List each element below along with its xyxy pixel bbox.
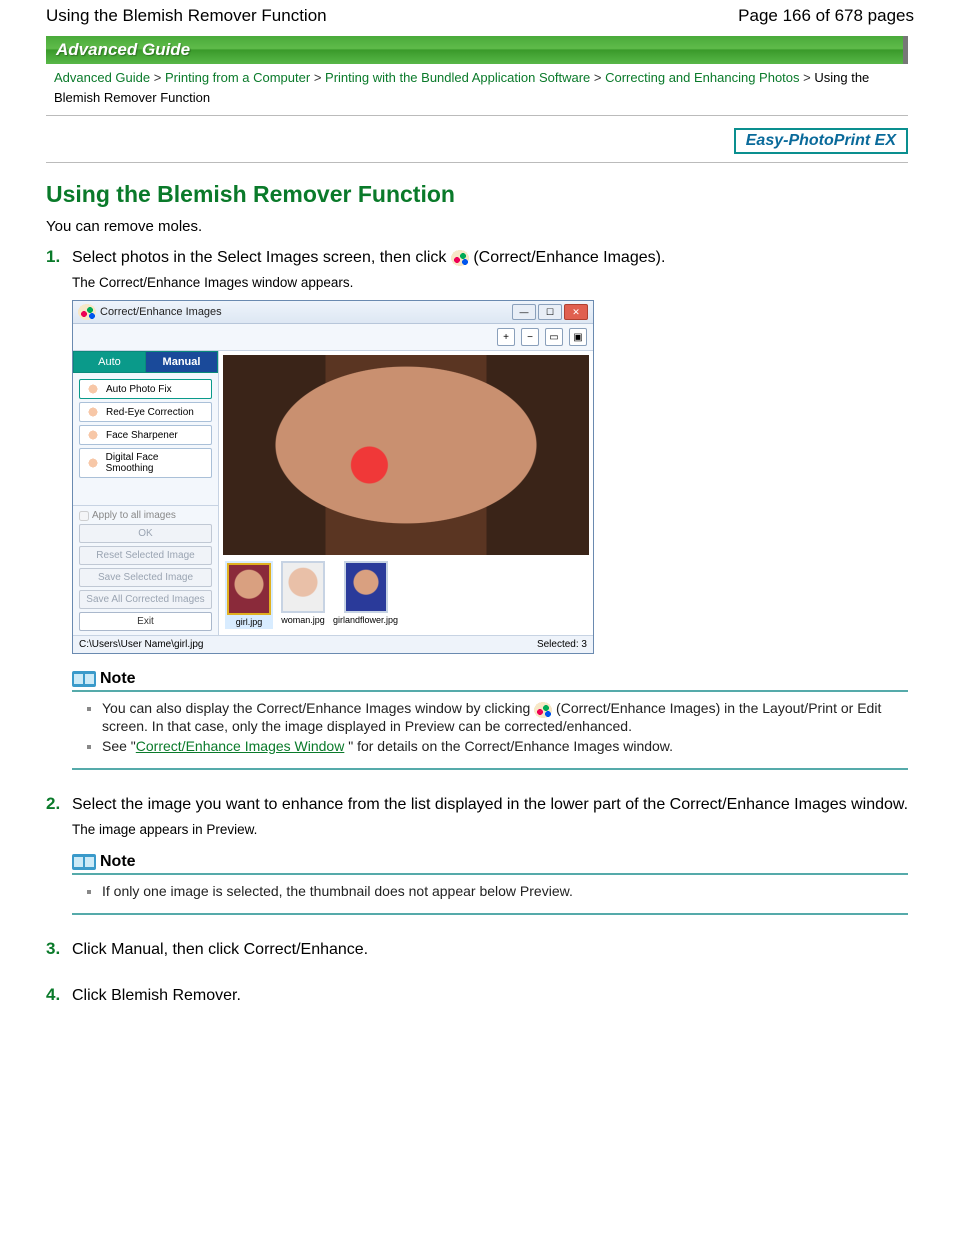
thumbnail-label: girl.jpg [236, 617, 263, 627]
tool-face-sharpener[interactable]: Face Sharpener [79, 425, 212, 445]
page-title: Using the Blemish Remover Function [46, 181, 908, 208]
step-title: Select photos in the Select Images scree… [72, 247, 908, 269]
note-text: " for details on the Correct/Enhance Ima… [344, 738, 673, 754]
window-title: Correct/Enhance Images [100, 306, 222, 318]
breadcrumb-link[interactable]: Printing with the Bundled Application So… [325, 70, 590, 85]
thumbnail[interactable]: woman.jpg [281, 561, 325, 625]
note-label: Note [100, 853, 136, 871]
thumbnail[interactable]: girl.jpg [225, 561, 273, 629]
correct-enhance-icon [451, 250, 469, 266]
apply-all-checkbox[interactable]: Apply to all images [79, 510, 212, 521]
tab-manual[interactable]: Manual [145, 351, 218, 373]
note-icon [72, 854, 96, 870]
face-icon [84, 457, 102, 469]
thumbnail-image [227, 563, 271, 615]
face-icon [84, 383, 102, 395]
close-button[interactable]: ✕ [564, 304, 588, 320]
app-window-screenshot: Correct/Enhance Images — ☐ ✕ + − ▭ [72, 300, 594, 654]
note-item: You can also display the Correct/Enhance… [102, 700, 908, 733]
tab-auto[interactable]: Auto [73, 351, 145, 373]
note-label: Note [100, 670, 136, 688]
save-all-button[interactable]: Save All Corrected Images [79, 590, 212, 609]
thumbnail-image [344, 561, 388, 613]
tool-auto-photo-fix[interactable]: Auto Photo Fix [79, 379, 212, 399]
note-text: See " [102, 738, 136, 754]
tool-label: Auto Photo Fix [106, 384, 172, 395]
zoom-out-icon[interactable]: − [521, 328, 539, 346]
step-number: 1. [46, 247, 72, 770]
note-list: You can also display the Correct/Enhance… [72, 700, 908, 769]
preview-image [223, 355, 589, 555]
face-icon [84, 429, 102, 441]
step-text: (Correct/Enhance Images). [469, 249, 666, 266]
tool-label: Face Sharpener [106, 430, 178, 441]
thumbnail[interactable]: girlandflower.jpg [333, 561, 398, 625]
step-text: Select photos in the Select Images scree… [72, 249, 451, 266]
breadcrumb: Advanced Guide > Printing from a Compute… [46, 64, 908, 116]
note-icon [72, 671, 96, 687]
breadcrumb-link[interactable]: Advanced Guide [54, 70, 150, 85]
breadcrumb-sep: > [594, 70, 602, 85]
link-correct-enhance-window[interactable]: Correct/Enhance Images Window [136, 738, 345, 754]
exit-button[interactable]: Exit [79, 612, 212, 631]
step-number: 2. [46, 794, 72, 915]
breadcrumb-sep: > [154, 70, 162, 85]
breadcrumb-link[interactable]: Correcting and Enhancing Photos [605, 70, 799, 85]
checkbox-label: Apply to all images [92, 510, 176, 521]
thumbnail-image [281, 561, 325, 613]
eye-icon [84, 406, 102, 418]
tool-label: Red-Eye Correction [106, 407, 194, 418]
guide-banner: Advanced Guide [46, 36, 908, 64]
step-title: Select the image you want to enhance fro… [72, 794, 908, 816]
product-badge: Easy-PhotoPrint EX [734, 128, 908, 154]
status-selected: Selected: 3 [537, 639, 587, 650]
doc-title: Using the Blemish Remover Function [46, 6, 327, 26]
reset-button[interactable]: Reset Selected Image [79, 546, 212, 565]
page-indicator: Page 166 of 678 pages [738, 6, 914, 26]
tool-red-eye[interactable]: Red-Eye Correction [79, 402, 212, 422]
fit-icon[interactable]: ▭ [545, 328, 563, 346]
step-title: Click Blemish Remover. [72, 985, 908, 1007]
breadcrumb-sep: > [314, 70, 322, 85]
minimize-button[interactable]: — [512, 304, 536, 320]
note-text: You can also display the Correct/Enhance… [102, 700, 534, 716]
maximize-button[interactable]: ☐ [538, 304, 562, 320]
step-number: 4. [46, 985, 72, 1007]
step-sub: The image appears in Preview. [72, 822, 908, 837]
thumbnail-label: girlandflower.jpg [333, 615, 398, 625]
note-list: If only one image is selected, the thumb… [72, 883, 908, 915]
breadcrumb-link[interactable]: Printing from a Computer [165, 70, 310, 85]
step-sub: The Correct/Enhance Images window appear… [72, 275, 908, 290]
zoom-in-icon[interactable]: + [497, 328, 515, 346]
note-item: If only one image is selected, the thumb… [102, 883, 908, 899]
tool-face-smoothing[interactable]: Digital Face Smoothing [79, 448, 212, 478]
checkbox-input[interactable] [79, 511, 89, 521]
tool-label: Digital Face Smoothing [106, 452, 207, 474]
fullscreen-icon[interactable]: ▣ [569, 328, 587, 346]
status-path: C:\Users\User Name\girl.jpg [79, 639, 203, 650]
thumbnail-label: woman.jpg [281, 615, 325, 625]
step-title: Click Manual, then click Correct/Enhance… [72, 939, 908, 961]
step-number: 3. [46, 939, 72, 961]
app-icon [78, 304, 96, 320]
save-selected-button[interactable]: Save Selected Image [79, 568, 212, 587]
note-item: See "Correct/Enhance Images Window " for… [102, 738, 908, 754]
ok-button[interactable]: OK [79, 524, 212, 543]
breadcrumb-sep: > [803, 70, 811, 85]
correct-enhance-icon [534, 702, 552, 718]
intro-text: You can remove moles. [46, 218, 908, 235]
